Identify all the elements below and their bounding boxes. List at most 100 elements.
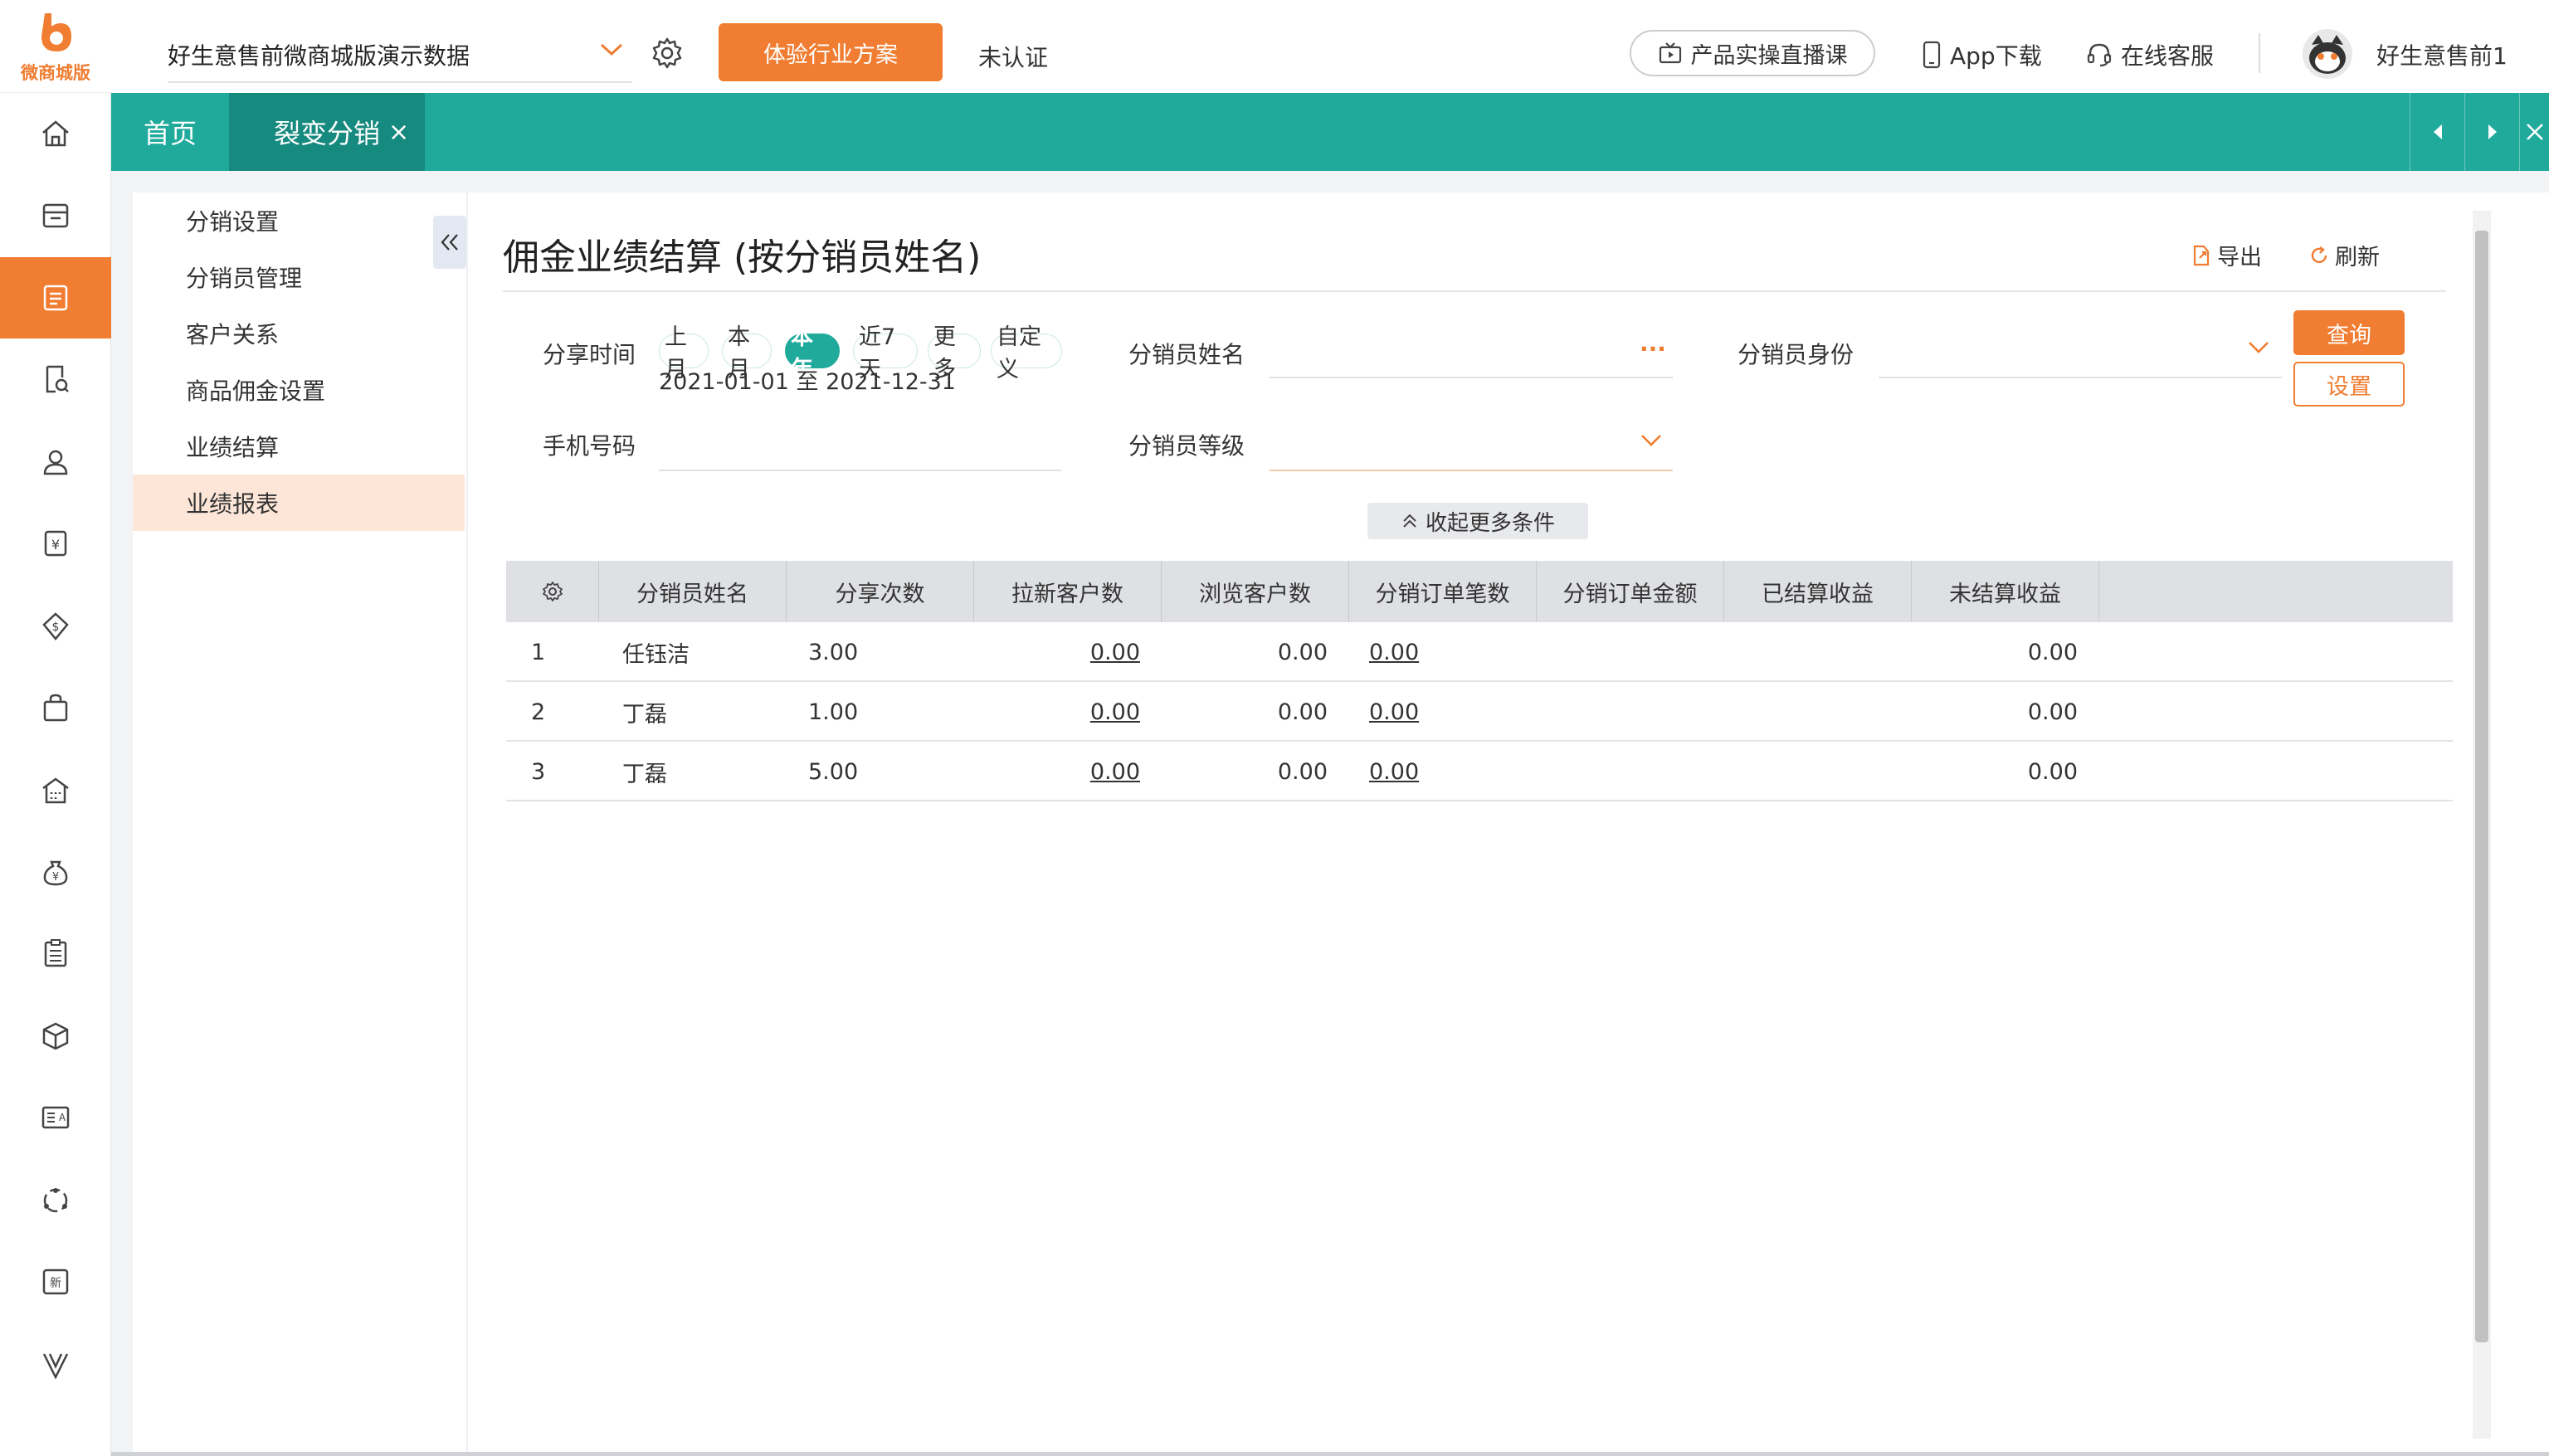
export-button[interactable]: 导出	[2191, 239, 2262, 271]
export-label: 导出	[2217, 245, 2262, 270]
submenu-item-commission-settings[interactable]: 商品佣金设置	[133, 362, 465, 418]
column-header[interactable]: 分销订单笔数	[1349, 561, 1537, 622]
user-name[interactable]: 好生意售前1	[2376, 38, 2508, 71]
table-row[interactable]: 1 任钰洁 3.00 0.00 0.00 0.00 0.00	[506, 622, 2453, 682]
cube-icon	[42, 1022, 69, 1050]
customer-service-link[interactable]: 在线客服	[2086, 38, 2214, 71]
new-customers-link[interactable]: 0.00	[996, 742, 1140, 801]
table-row[interactable]: 2 丁磊 1.00 0.00 0.00 0.00 0.00	[506, 682, 2453, 742]
table-row[interactable]: 3 丁磊 5.00 0.00 0.00 0.00 0.00	[506, 742, 2453, 801]
column-header[interactable]: 拉新客户数	[974, 561, 1162, 622]
gear-icon[interactable]	[651, 37, 684, 70]
date-range: 2021-01-01 至 2021-12-31	[659, 369, 956, 395]
collapse-more-conditions-button[interactable]: 收起更多条件	[1367, 503, 1588, 539]
row-index: 1	[531, 639, 546, 665]
scrollbar-thumb[interactable]	[2475, 231, 2488, 1342]
id-card-icon: A	[41, 1106, 70, 1129]
column-header[interactable]: 分享次数	[787, 561, 974, 622]
tab-home-label: 首页	[143, 118, 197, 149]
query-button[interactable]: 查询	[2293, 310, 2405, 355]
document-search-icon	[46, 365, 69, 393]
rail-community[interactable]	[0, 1160, 111, 1241]
chevron-down-icon[interactable]	[2247, 340, 2270, 355]
headset-icon	[2087, 43, 2112, 67]
chevron-down-icon[interactable]	[1640, 433, 1663, 448]
main-content: 佣金业绩结算 (按分销员姓名) 导出 刷新 分享时间 上月 本月 本年 近7天 …	[475, 192, 2466, 1456]
rail-marketing[interactable]: $	[0, 586, 111, 667]
column-header[interactable]: 分销员姓名	[599, 561, 787, 622]
column-header[interactable]: 浏览客户数	[1162, 561, 1349, 622]
rail-vip[interactable]	[0, 1324, 111, 1405]
submenu-item-performance-settlement[interactable]: 业绩结算	[133, 418, 465, 475]
rail-orders[interactable]	[0, 338, 111, 420]
rail-customers[interactable]	[0, 421, 111, 503]
app-logo[interactable]: 微商城版	[0, 0, 111, 93]
rail-distribution[interactable]	[0, 257, 111, 338]
top-bar: 好生意售前微商城版演示数据 体验行业方案 未认证 产品实操直播课 App下载 在…	[111, 0, 2549, 93]
rail-inventory[interactable]	[0, 996, 111, 1077]
new-customers-link[interactable]: 0.00	[996, 622, 1140, 682]
submenu-item-performance-report[interactable]: 业绩报表	[133, 475, 465, 531]
tab-bar: 首页 裂变分销 ×	[111, 93, 2549, 171]
unsettled-cell: 0.00	[2027, 699, 2078, 725]
rail-store[interactable]	[0, 174, 111, 256]
rail-staff[interactable]: A	[0, 1077, 111, 1158]
phone-label: 手机号码	[543, 432, 636, 460]
column-header[interactable]: 未结算收益	[1912, 561, 2099, 622]
rail-goods[interactable]	[0, 667, 111, 748]
tab-fission-distribution[interactable]: 裂变分销 ×	[229, 93, 425, 171]
shares-cell: 5.00	[808, 758, 859, 785]
orders-link[interactable]: 0.00	[1369, 682, 1419, 742]
new-customers-value: 0.00	[1089, 758, 1140, 785]
submenu-item-customer-relations[interactable]: 客户关系	[133, 305, 465, 362]
topbar-divider	[2259, 33, 2260, 73]
rail-home[interactable]	[0, 93, 111, 174]
rail-tasks[interactable]	[0, 913, 111, 994]
collapse-submenu-button[interactable]	[433, 216, 466, 269]
rail-new[interactable]: 新	[0, 1241, 111, 1322]
store-icon	[42, 203, 69, 228]
orders-link[interactable]: 0.00	[1369, 742, 1419, 801]
close-icon[interactable]: ×	[388, 118, 409, 147]
avatar[interactable]	[2302, 28, 2353, 80]
trial-solution-button[interactable]: 体验行业方案	[719, 23, 943, 81]
phone-input[interactable]	[659, 470, 1062, 471]
rail-finance[interactable]: ¥	[0, 503, 111, 584]
vertical-scrollbar[interactable]	[2473, 211, 2491, 1439]
rail-shop[interactable]	[0, 750, 111, 831]
app-download-link[interactable]: App下载	[1922, 38, 2042, 71]
more-options-icon[interactable]: ···	[1640, 335, 1666, 363]
new-customers-link[interactable]: 0.00	[996, 682, 1140, 742]
user-icon	[43, 450, 68, 475]
distributor-name-input[interactable]	[1270, 377, 1673, 378]
content-gutter-top	[111, 171, 2549, 192]
submenu-item-distributor-management[interactable]: 分销员管理	[133, 249, 465, 305]
orders-value: 0.00	[1369, 758, 1420, 785]
rail-wallet[interactable]: ¥	[0, 831, 111, 913]
column-settings-button[interactable]	[506, 561, 599, 622]
new-badge-icon: 新	[42, 1269, 69, 1295]
tab-scroll-left-button[interactable]	[2410, 93, 2464, 171]
phone-icon	[1923, 41, 1941, 69]
column-header[interactable]: 分销订单金额	[1537, 561, 1724, 622]
tab-scroll-right-button[interactable]	[2464, 93, 2519, 171]
distributor-level-select[interactable]	[1270, 470, 1673, 471]
clipboard-icon	[44, 939, 67, 967]
shop-select[interactable]: 好生意售前微商城版演示数据	[168, 30, 632, 83]
chevron-down-icon	[600, 43, 623, 56]
submenu-item-distribution-settings[interactable]: 分销设置	[133, 192, 465, 249]
close-all-tabs-button[interactable]	[2519, 93, 2549, 171]
orders-link[interactable]: 0.00	[1369, 622, 1419, 682]
live-course-button[interactable]: 产品实操直播课	[1630, 30, 1875, 76]
tab-home[interactable]: 首页	[111, 93, 229, 171]
caret-left-icon	[2433, 124, 2442, 139]
svg-text:$: $	[52, 621, 60, 634]
distributor-identity-select[interactable]	[1879, 377, 2282, 378]
distributor-name-cell: 丁磊	[622, 701, 667, 728]
certification-status[interactable]: 未认证	[978, 40, 1048, 73]
tv-icon	[1659, 42, 1681, 64]
column-header[interactable]: 已结算收益	[1724, 561, 1912, 622]
period-custom[interactable]: 自定义	[991, 324, 1062, 382]
settings-button[interactable]: 设置	[2293, 362, 2405, 407]
refresh-button[interactable]: 刷新	[2308, 239, 2380, 271]
